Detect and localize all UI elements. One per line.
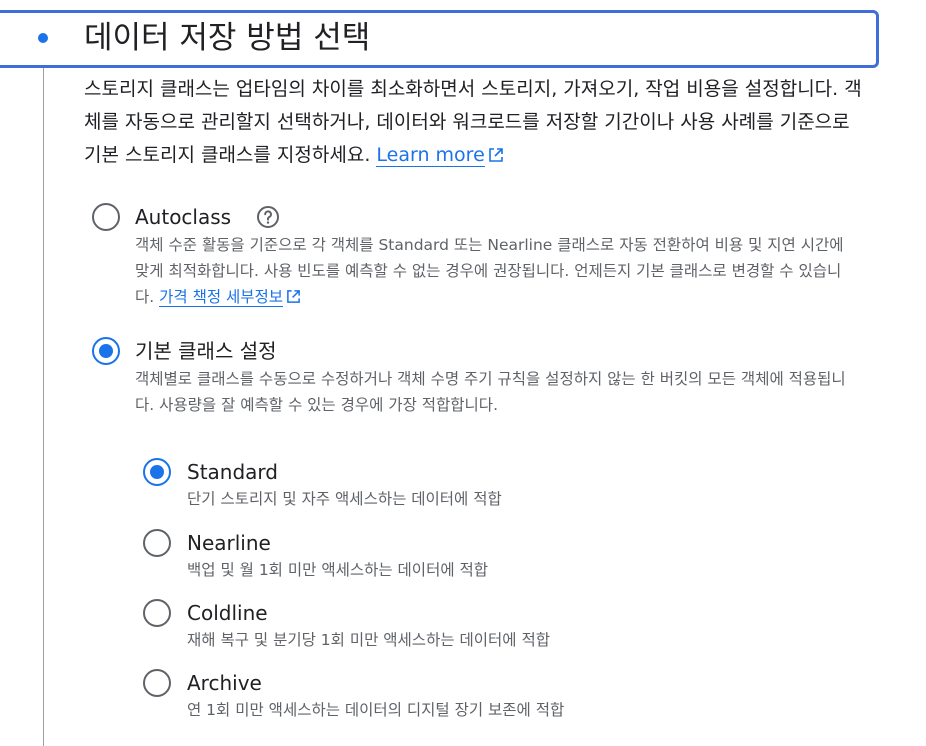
- help-circle-icon[interactable]: [256, 205, 280, 229]
- autoclass-label: Autoclass: [135, 205, 232, 229]
- section-description: 스토리지 클래스는 업타임의 차이를 최소화하면서 스토리지, 가져오기, 작업…: [84, 73, 864, 172]
- default-class-radio[interactable]: [92, 337, 120, 365]
- pricing-details-label: 가격 책정 세부정보: [159, 288, 284, 306]
- default-class-label: 기본 클래스 설정: [135, 339, 277, 363]
- coldline-description: 재해 복구 및 분기당 1회 미만 액세스하는 데이터에 적합: [187, 631, 550, 649]
- standard-radio[interactable]: [143, 458, 171, 486]
- coldline-label: Coldline: [187, 601, 268, 625]
- open-in-new-icon: [287, 290, 300, 303]
- archive-radio[interactable]: [143, 669, 171, 697]
- standard-description: 단기 스토리지 및 자주 액세스하는 데이터에 적합: [187, 490, 502, 508]
- nearline-description: 백업 및 월 1회 미만 액세스하는 데이터에 적합: [187, 561, 489, 579]
- default-class-description: 객체별로 클래스를 수동으로 수정하거나 객체 수명 주기 규칙을 설정하지 않…: [135, 370, 846, 414]
- archive-label: Archive: [187, 671, 262, 695]
- standard-label: Standard: [187, 460, 278, 484]
- learn-more-label: Learn more: [376, 144, 485, 166]
- section-divider-line: [43, 68, 44, 746]
- section-title: 데이터 저장 방법 선택: [84, 20, 371, 56]
- pricing-details-link[interactable]: 가격 책정 세부정보: [159, 288, 284, 307]
- learn-more-link[interactable]: Learn more: [376, 144, 485, 167]
- autoclass-radio[interactable]: [92, 203, 120, 231]
- archive-description: 연 1회 미만 액세스하는 데이터의 디지털 장기 보존에 적합: [187, 701, 565, 719]
- open-in-new-icon: [488, 148, 503, 162]
- storage-class-panel: 데이터 저장 방법 선택 스토리지 클래스는 업타임의 차이를 최소화하면서 스…: [0, 0, 926, 746]
- nearline-label: Nearline: [187, 531, 271, 555]
- coldline-radio[interactable]: [143, 599, 171, 627]
- nearline-radio[interactable]: [143, 529, 171, 557]
- section-bullet: [38, 33, 48, 43]
- autoclass-description: 객체 수준 활동을 기준으로 각 객체를 Standard 또는 Nearlin…: [135, 232, 855, 310]
